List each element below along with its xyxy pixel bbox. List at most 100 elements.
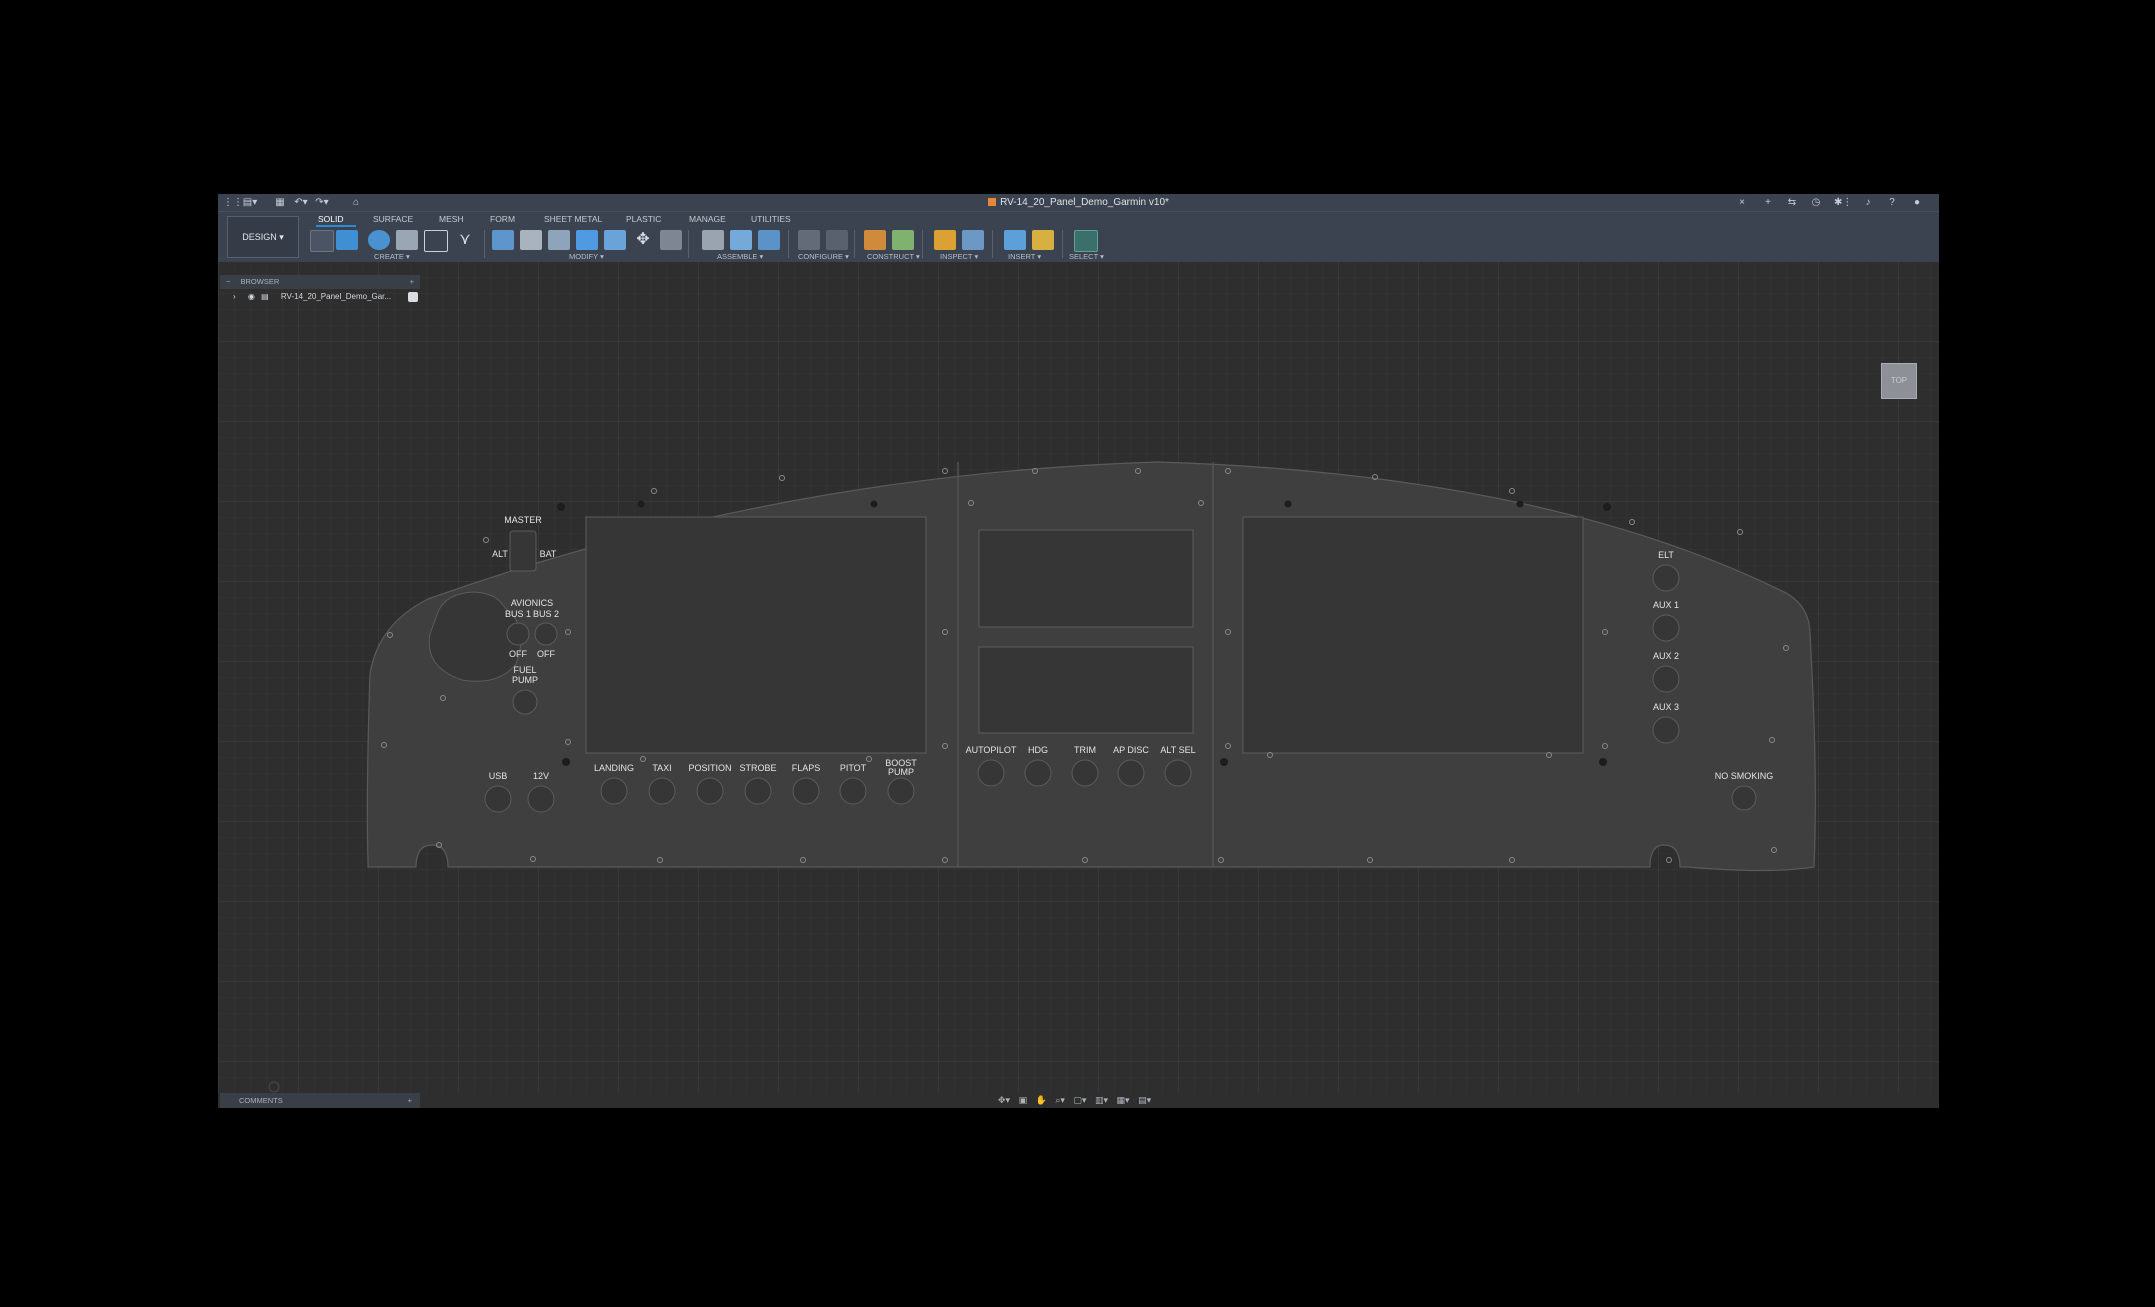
clock-icon[interactable]: ◷ [1810,196,1822,209]
group-inspect[interactable]: INSPECT ▾ [940,252,978,261]
left-pfd-cutout[interactable] [585,516,927,754]
offset-plane-icon[interactable] [864,230,886,250]
orbit-icon[interactable]: ✥▾ [998,1095,1010,1105]
user-icon[interactable]: ● [1910,196,1924,209]
configure-table-icon[interactable] [798,230,820,250]
extrude-icon[interactable] [336,230,358,250]
group-insert[interactable]: INSERT ▾ [1008,252,1041,261]
label-pump: PUMP [512,675,538,685]
separator [854,230,855,258]
tab-solid[interactable]: SOLID [318,214,344,224]
bus1-switch[interactable] [506,622,530,646]
viewcube[interactable]: TOP [1881,363,1917,399]
add-comment-icon[interactable]: + [408,1093,412,1108]
taxi-switch[interactable] [648,777,676,805]
tab-plastic[interactable]: PLASTIC [626,214,661,224]
ap-disc-button[interactable] [1117,759,1145,787]
tab-sheet-metal[interactable]: SHEET METAL [544,214,602,224]
move-icon[interactable]: ✥ [632,230,654,250]
grid-settings-icon[interactable]: ▦▾ [1117,1095,1130,1105]
press-pull-icon[interactable] [492,230,514,250]
split-body-icon[interactable] [604,230,626,250]
tab-form[interactable]: FORM [490,214,515,224]
look-at-icon[interactable]: ▣ [1019,1095,1028,1105]
no-smoking-switch[interactable] [1731,785,1757,811]
display-settings-icon[interactable]: ▥▾ [1095,1095,1108,1105]
revolve-icon[interactable] [368,230,390,250]
joint-icon[interactable] [730,230,752,250]
extensions-icon[interactable]: ✱⋮ [1834,196,1852,209]
viewports-icon[interactable]: ▤▾ [1138,1095,1151,1105]
landing-switch[interactable] [600,777,628,805]
help-icon[interactable]: ? [1886,196,1898,209]
fillet-icon[interactable] [520,230,542,250]
autopilot-button[interactable] [977,759,1005,787]
share-icon[interactable]: ⇆ [1786,196,1798,209]
insert-mesh-icon[interactable] [1032,230,1054,250]
flaps-switch[interactable] [792,777,820,805]
bell-icon[interactable]: ♪ [1862,196,1874,209]
12v-port[interactable] [527,785,555,813]
boost-pump-switch[interactable] [887,777,915,805]
bus2-switch[interactable] [534,622,558,646]
alt-sel-button[interactable] [1164,759,1192,787]
chevron-right-icon[interactable]: › [233,292,236,301]
section-analysis-icon[interactable] [962,230,984,250]
pattern-icon[interactable] [424,230,448,252]
master-switch-cutout[interactable] [509,530,537,572]
measure-icon[interactable] [934,230,956,250]
pitot-switch[interactable] [839,777,867,805]
configure-rule-icon[interactable] [826,230,848,250]
as-built-joint-icon[interactable] [758,230,780,250]
align-icon[interactable] [660,230,682,250]
fit-icon[interactable]: ▢▾ [1073,1095,1086,1105]
group-configure[interactable]: CONFIGURE ▾ [798,252,849,261]
position-switch[interactable] [696,777,724,805]
aux1-switch[interactable] [1652,614,1680,642]
label-fuel: FUEL [513,665,536,675]
strobe-switch[interactable] [744,777,772,805]
tab-surface[interactable]: SURFACE [373,214,413,224]
trim-button[interactable] [1071,759,1099,787]
activate-icon[interactable] [408,292,418,302]
shell-icon[interactable] [548,230,570,250]
aux3-switch[interactable] [1652,716,1680,744]
elt-switch[interactable] [1652,564,1680,592]
tab-mesh[interactable]: MESH [439,214,464,224]
3d-viewport[interactable]: MASTER ALT BAT AVIONICS BUS 1 BUS 2 OFF … [218,261,1939,1093]
box-icon[interactable] [396,230,418,250]
move-copy-icon[interactable]: ⋎ [454,230,476,250]
tab-utilities[interactable]: UTILITIES [751,214,791,224]
aux2-switch[interactable] [1652,665,1680,693]
center-top-cutout[interactable] [978,529,1194,628]
hdg-button[interactable] [1024,759,1052,787]
usb-port[interactable] [484,785,512,813]
collapse-icon[interactable]: − [226,277,230,286]
group-create[interactable]: CREATE ▾ [374,252,410,261]
insert-image-icon[interactable] [1004,230,1026,250]
fuel-pump-switch[interactable] [512,689,538,715]
right-mfd-cutout[interactable] [1242,516,1584,754]
pan-icon[interactable]: ✋ [1036,1095,1047,1105]
eye-icon[interactable]: ◉ [248,292,255,301]
plus-icon[interactable]: + [1762,196,1774,209]
workspace-switcher[interactable]: DESIGN ▾ [227,216,299,258]
zoom-icon[interactable]: ⌕▾ [1055,1095,1065,1105]
group-assemble[interactable]: ASSEMBLE ▾ [717,252,763,261]
browser-header[interactable]: − BROWSER + [220,275,420,289]
select-cursor-icon[interactable] [1074,230,1098,252]
group-construct[interactable]: CONSTRUCT ▾ [867,252,920,261]
combine-icon[interactable] [576,230,598,250]
group-modify[interactable]: MODIFY ▾ [569,252,604,261]
midplane-icon[interactable] [892,230,914,250]
create-sketch-icon[interactable] [310,230,334,252]
separator [484,230,485,258]
comments-panel[interactable]: COMMENTS + [220,1093,420,1108]
group-select[interactable]: SELECT ▾ [1069,252,1104,261]
browser-root-item[interactable]: › ◉ ▤ RV-14_20_Panel_Demo_Gar... [220,290,420,304]
pin-icon[interactable]: + [410,275,414,289]
center-bottom-cutout[interactable] [978,646,1194,734]
tab-manage[interactable]: MANAGE [689,214,726,224]
new-component-icon[interactable] [702,230,724,250]
close-icon[interactable]: × [1736,196,1748,209]
